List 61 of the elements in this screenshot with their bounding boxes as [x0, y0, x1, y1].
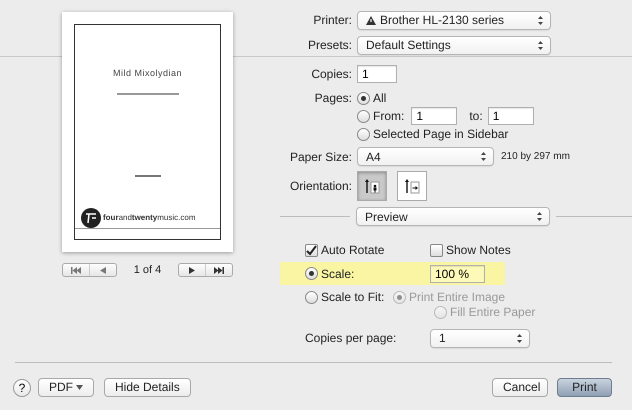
first-page-icon[interactable] [70, 266, 82, 274]
updown-arrows-icon [480, 151, 487, 162]
radio-button[interactable] [305, 267, 318, 280]
logo-text: fourandtwentymusic.com [103, 212, 196, 224]
updown-arrows-icon [536, 211, 543, 222]
previous-page-icon[interactable] [100, 266, 106, 274]
print-button[interactable]: Print [557, 378, 612, 397]
updown-arrows-icon [516, 332, 523, 344]
hide-details-button[interactable]: Hide Details [104, 378, 191, 397]
radio-button[interactable] [357, 110, 370, 122]
logo-icon [81, 208, 101, 228]
paper-size-select[interactable]: A4 [357, 147, 494, 166]
help-button[interactable]: ? [13, 378, 31, 396]
updown-arrows-icon [537, 40, 544, 50]
radio-button[interactable] [357, 128, 370, 140]
radio-button[interactable] [305, 290, 318, 304]
field-label: to: [469, 108, 483, 125]
pdf-button[interactable]: PDF [38, 378, 94, 397]
last-page-icon[interactable] [214, 266, 224, 274]
page-from-field[interactable]: 1 [411, 107, 458, 125]
field-label: Paper Size: [288, 148, 352, 166]
page-to-field[interactable]: 1 [488, 107, 534, 125]
warning-icon [366, 16, 376, 24]
checkbox-label: Show Notes [446, 242, 511, 259]
landscape-button[interactable] [397, 171, 427, 201]
field-label: Orientation: [288, 178, 352, 195]
next-page-icon[interactable] [189, 266, 195, 274]
field-label: Presets: [306, 37, 352, 54]
option-label: Scale to Fit: [321, 289, 384, 306]
option-label: Print Entire Image [408, 289, 505, 306]
checkbox[interactable] [430, 244, 443, 256]
option-label: Selected Page in Sidebar [373, 126, 508, 143]
field-label: Copies per page: [305, 330, 398, 347]
section-select[interactable]: Preview [356, 207, 550, 226]
presets-select[interactable]: Default Settings [357, 36, 551, 54]
scale-field[interactable]: 100 % [430, 264, 485, 282]
checkbox[interactable] [305, 244, 318, 256]
updown-arrows-icon [537, 14, 544, 26]
checkbox-label: Auto Rotate [321, 242, 384, 259]
text-line [116, 92, 178, 94]
field-label: Pages: [314, 90, 352, 107]
document-title: Mild Mixolydian [112, 67, 182, 80]
checkmark-icon [306, 244, 317, 256]
field-label: Copies: [310, 66, 352, 83]
printer-select[interactable]: Brother HL-2130 series [357, 10, 551, 30]
radio-button[interactable] [357, 92, 370, 104]
paper-dimensions: 210 by 297 mm [501, 150, 570, 164]
option-label: From: [373, 108, 404, 125]
copies-per-page-select[interactable]: 1 [430, 328, 530, 348]
option-label: All [373, 90, 386, 107]
portrait-button[interactable] [357, 171, 387, 201]
page-indicator: 1 of 4 [132, 263, 162, 278]
caret-icon [76, 385, 83, 390]
option-label: Scale: [321, 266, 354, 282]
copies-field[interactable]: 1 [357, 65, 397, 83]
landscape-icon [404, 178, 420, 194]
option-label: Fill Entire Paper [450, 304, 536, 321]
portrait-icon [364, 178, 380, 194]
cancel-button[interactable]: Cancel [492, 378, 548, 397]
field-label: Printer: [312, 12, 352, 29]
text-line [134, 174, 160, 176]
